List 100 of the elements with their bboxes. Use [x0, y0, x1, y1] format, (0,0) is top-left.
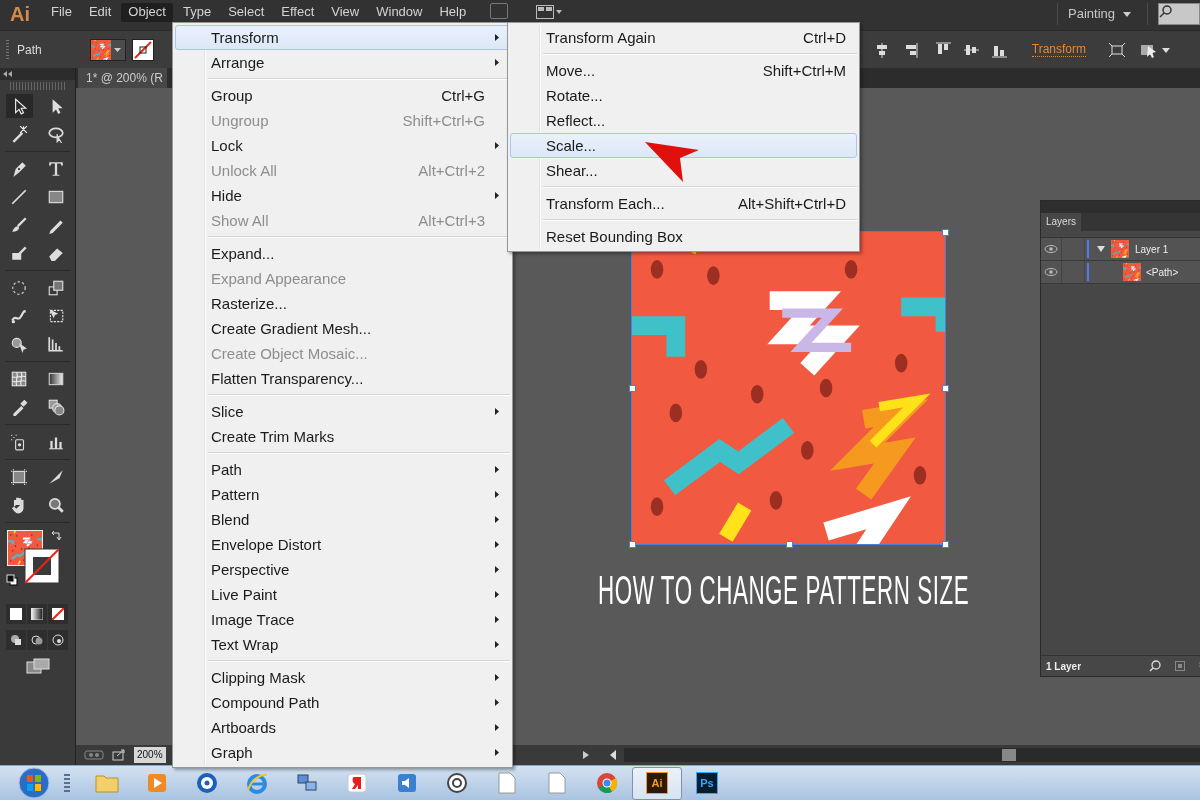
pen-nib-icon[interactable] — [10, 160, 29, 178]
menu-item[interactable]: Create Trim Marks — [175, 424, 510, 449]
menu-item[interactable]: Help — [432, 3, 474, 22]
menu-item[interactable]: Rotate... — [510, 83, 857, 108]
chrome-icon[interactable] — [596, 772, 618, 794]
network-icon[interactable] — [296, 772, 318, 794]
speaker-icon[interactable] — [396, 772, 418, 794]
menu-item[interactable]: Move... Shift+Ctrl+M — [510, 58, 857, 83]
gradient-icon[interactable] — [46, 370, 65, 388]
menu-item[interactable]: Object — [121, 3, 173, 22]
scroll-left-icon[interactable] — [608, 749, 618, 761]
stroke-swatch[interactable] — [131, 38, 154, 61]
draw-normal-icon[interactable] — [10, 634, 22, 646]
shape-builder-icon[interactable] — [10, 335, 29, 353]
taskbar-button[interactable]: Ai — [632, 766, 682, 800]
menu-item[interactable]: Shear... — [510, 158, 857, 183]
disc-icon[interactable] — [196, 772, 218, 794]
menu-item[interactable]: Type — [175, 3, 219, 22]
search-icon[interactable] — [1149, 660, 1161, 672]
panel-tab[interactable]: Layers — [1041, 213, 1081, 231]
zoom-field[interactable]: 200% — [134, 747, 166, 763]
menu-item[interactable]: Rasterize... — [175, 291, 510, 316]
caret-icon[interactable] — [1123, 12, 1131, 17]
menu-item[interactable]: Pattern — [175, 482, 510, 507]
menu-item[interactable]: Arrange — [175, 50, 510, 75]
menu-item[interactable]: Blend — [175, 507, 510, 532]
rotate-icon[interactable] — [10, 279, 29, 297]
caret-icon[interactable] — [114, 47, 122, 52]
menu-item[interactable]: Text Wrap — [175, 632, 510, 657]
start-button-icon[interactable] — [16, 767, 52, 799]
disclosure-triangle-icon[interactable] — [1097, 246, 1105, 252]
menu-item[interactable]: Edit — [81, 3, 119, 22]
menu-item[interactable]: Create Gradient Mesh... — [175, 316, 510, 341]
draw-behind-icon[interactable] — [31, 634, 43, 646]
stroke-color-swatch[interactable] — [24, 548, 60, 584]
scale-icon[interactable] — [46, 279, 65, 297]
lasso-icon[interactable] — [46, 125, 65, 143]
menu-item[interactable]: File — [44, 3, 79, 22]
collapse-icon[interactable] — [3, 71, 13, 77]
menu-item[interactable]: Live Paint — [175, 582, 510, 607]
browser-icon[interactable] — [246, 772, 268, 794]
draw-inside-icon[interactable] — [52, 634, 64, 646]
menu-item[interactable]: Envelope Distort — [175, 532, 510, 557]
none-mode-icon[interactable] — [52, 608, 64, 620]
rectangle-icon[interactable] — [46, 188, 65, 206]
magic-wand-icon[interactable] — [10, 125, 29, 143]
search-field[interactable] — [1158, 3, 1200, 25]
eye-icon[interactable] — [1044, 268, 1058, 276]
menu-item[interactable]: Perspective — [175, 557, 510, 582]
bounding-box-icon[interactable] — [1108, 41, 1126, 58]
document-tab[interactable]: 1* @ 200% (R — [78, 68, 167, 88]
app-tile-icon[interactable] — [346, 772, 368, 794]
screen-mode-icon[interactable] — [26, 658, 50, 674]
menu-item[interactable]: Transform Again Ctrl+D — [510, 25, 857, 50]
warp-icon[interactable] — [10, 307, 29, 325]
magnifier-icon[interactable] — [46, 496, 65, 514]
blob-brush-icon[interactable] — [10, 244, 29, 262]
menu-item[interactable]: Slice — [175, 399, 510, 424]
menu-item[interactable]: Flatten Transparency... — [175, 366, 510, 391]
panel-grip[interactable] — [10, 82, 65, 90]
blend-icon[interactable] — [46, 398, 65, 416]
perspective-grid-icon[interactable] — [46, 335, 65, 353]
menu-item[interactable]: Lock — [175, 133, 510, 158]
menu-item[interactable]: Transform — [175, 25, 510, 50]
eye-icon[interactable] — [1044, 245, 1058, 253]
new-sublayer-icon[interactable] — [1175, 661, 1185, 671]
mesh-icon[interactable] — [10, 370, 29, 388]
transform-link[interactable]: Transform — [1031, 42, 1086, 57]
menu-item[interactable]: Expand... — [175, 241, 510, 266]
menu-item[interactable]: Artboards — [175, 715, 510, 740]
taskbar-button[interactable]: Ps — [682, 766, 732, 800]
menu-item[interactable]: Scale... — [510, 133, 857, 158]
menu-item[interactable]: Select — [221, 3, 272, 22]
menu-item[interactable]: Transform Each... Alt+Shift+Ctrl+D — [510, 191, 857, 216]
menu-item[interactable]: Group Ctrl+G — [175, 83, 510, 108]
menu-item[interactable]: Image Trace — [175, 607, 510, 632]
type-tool-icon[interactable] — [46, 160, 65, 178]
horizontal-scrollbar[interactable] — [624, 748, 1200, 762]
bridge-button[interactable] — [490, 3, 509, 19]
free-transform-icon[interactable] — [46, 307, 65, 325]
fill-swatch[interactable] — [89, 38, 126, 61]
artboard-icon[interactable] — [10, 468, 29, 486]
workspace-switcher[interactable]: Painting — [1058, 3, 1123, 21]
paintbrush-icon[interactable] — [10, 216, 29, 234]
line-icon[interactable] — [10, 188, 29, 206]
menu-item[interactable]: Reset Bounding Box — [510, 224, 857, 249]
artboard-nav-icon[interactable] — [84, 749, 104, 761]
menu-item[interactable]: Graph — [175, 740, 510, 765]
menu-item[interactable]: View — [324, 3, 367, 22]
layer-name[interactable]: Layer 1 — [1135, 243, 1169, 255]
default-colors-icon[interactable] — [6, 574, 18, 586]
menu-item[interactable]: Effect — [274, 3, 322, 22]
menu-item[interactable]: Path — [175, 457, 510, 482]
eyedropper-icon[interactable] — [10, 398, 29, 416]
menu-item[interactable]: Compound Path — [175, 690, 510, 715]
ring-icon[interactable] — [446, 772, 468, 794]
menu-item[interactable]: Reflect... — [510, 108, 857, 133]
menu-item[interactable]: Hide — [175, 183, 510, 208]
menu-item[interactable]: Window — [369, 3, 430, 22]
export-icon[interactable] — [112, 749, 126, 761]
